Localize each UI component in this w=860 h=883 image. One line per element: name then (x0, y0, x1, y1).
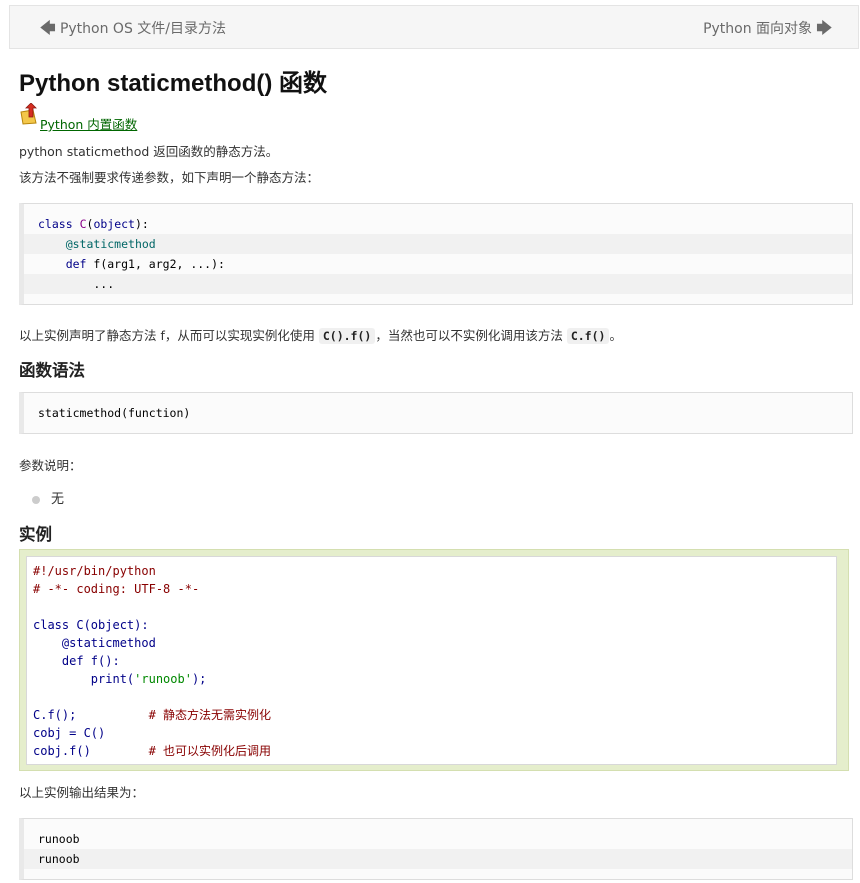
builtin-functions-link[interactable]: Python 内置函数 (40, 114, 137, 133)
code-line: cobj = C() (33, 726, 106, 740)
params-label: 参数说明： (19, 458, 82, 473)
code-line: print('runoob'); (33, 672, 207, 686)
params-list-item: 无 (32, 488, 64, 507)
output-label: 以上实例输出结果为： (19, 785, 145, 800)
code-line: class C(object): (38, 217, 149, 231)
syntax-code-block: staticmethod(function) (19, 392, 853, 434)
next-article-label: Python 面向对象 (703, 21, 813, 37)
syntax-heading: 函数语法 (19, 361, 85, 380)
code-line: #!/usr/bin/python (33, 564, 156, 578)
next-article-link[interactable]: Python 面向对象 🡆 (703, 18, 832, 43)
output-code-block: runoob runoob (19, 818, 853, 880)
explanation-text: ，当然也可以不实例化调用该方法 (375, 328, 567, 343)
page-title: Python staticmethod() 函数 (19, 70, 328, 97)
inline-code: C.f() (566, 328, 610, 344)
code-line: # -*- coding: UTF-8 -*- (33, 582, 200, 596)
code-line: def f(arg1, arg2, ...): (65, 257, 225, 271)
code-line: C.f(); # 静态方法无需实例化 (33, 708, 272, 722)
code-line: @staticmethod (33, 636, 156, 650)
arrow-left-icon: 🡄 (40, 19, 56, 37)
explanation-text: 。 (609, 328, 622, 343)
prev-article-label: Python OS 文件/目录方法 (59, 21, 227, 37)
intro-text-1: python staticmethod 返回函数的静态方法。 (19, 144, 279, 159)
bullet-icon (32, 495, 40, 504)
up-arrow-folder-icon (20, 103, 37, 125)
declaration-explanation: 以上实例声明了静态方法 f，从而可以实现实例化使用 C().f() ，当然也可以不… (19, 325, 622, 344)
inline-code: C().f() (318, 328, 376, 344)
declaration-code-block: class C(object): @staticmethod def f(arg… (19, 203, 853, 305)
params-item-text: 无 (51, 492, 65, 507)
arrow-right-icon: 🡆 (816, 19, 833, 37)
code-line: cobj.f() # 也可以实例化后调用 (33, 744, 272, 758)
example-heading: 实例 (19, 525, 52, 544)
explanation-text: 以上实例声明了静态方法 f，从而可以实现实例化使用 (19, 328, 319, 343)
output-line: runoob (24, 849, 852, 869)
code-line: class C(object): (33, 618, 149, 632)
article-nav: 🡄 Python OS 文件/目录方法 Python 面向对象 🡆 (9, 5, 859, 49)
intro-text-2: 该方法不强制要求传递参数，如下声明一个静态方法： (19, 170, 320, 185)
example-box: #!/usr/bin/python # -*- coding: UTF-8 -*… (19, 549, 849, 771)
code-line: def f(): (33, 654, 120, 668)
output-line: runoob (38, 832, 80, 846)
example-code: #!/usr/bin/python # -*- coding: UTF-8 -*… (26, 556, 837, 765)
code-line: ... (24, 274, 852, 294)
code-line: staticmethod(function) (38, 406, 191, 420)
prev-article-link[interactable]: 🡄 Python OS 文件/目录方法 (40, 18, 226, 43)
code-line: @staticmethod (24, 234, 852, 254)
